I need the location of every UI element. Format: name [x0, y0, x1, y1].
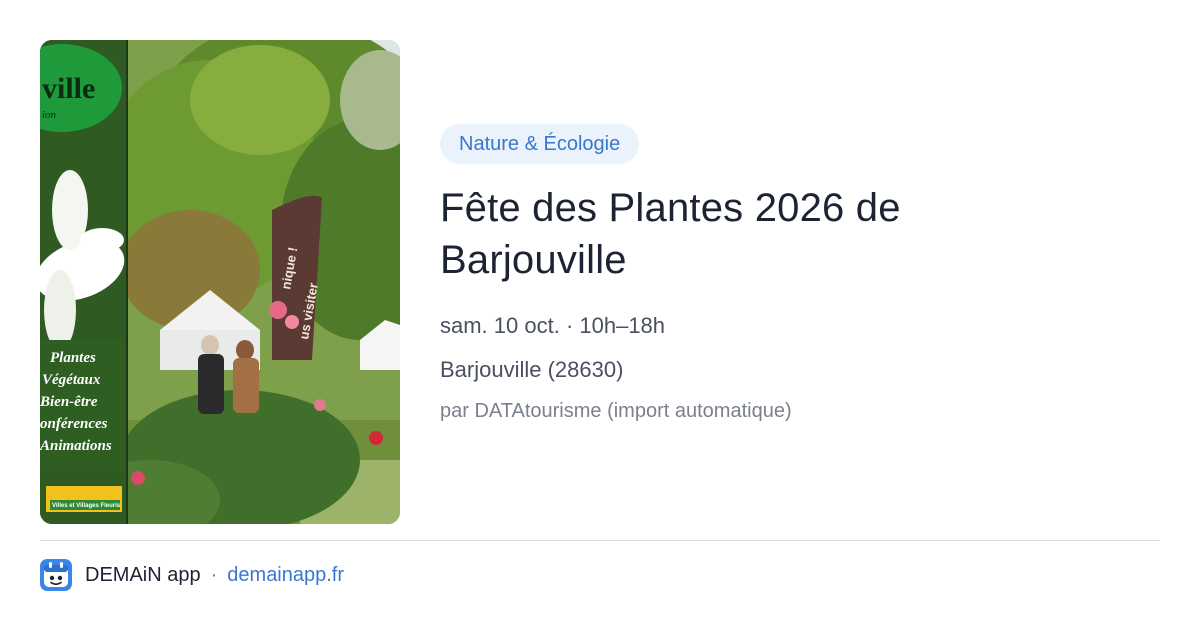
event-datetime: sam. 10 oct. · 10h–18h — [440, 313, 666, 338]
app-url-link[interactable]: demainapp.fr — [227, 564, 344, 587]
poster-footer: Villes et Villages Fleuris — [52, 503, 121, 509]
event-title: Fête des Plantes 2026 de Barjouville — [440, 186, 901, 282]
app-logo-icon[interactable] — [40, 559, 72, 591]
event-source: par DATAtourisme (import automatique) — [440, 400, 792, 422]
poster-line: onférences — [40, 416, 108, 432]
event-share-card: ville ion Plantes Végétaux Bien-être onf… — [0, 0, 1200, 630]
poster-line: Bien-être — [40, 394, 98, 410]
event-location: Barjouville (28630) — [440, 357, 624, 382]
event-image: ville ion Plantes Végétaux Bien-être onf… — [40, 40, 400, 524]
poster-line: Végétaux — [42, 372, 101, 388]
footer: DEMAiN app · demainapp.fr — [40, 558, 344, 592]
divider — [40, 540, 1160, 541]
category-badge[interactable]: Nature & Écologie — [440, 124, 640, 164]
footer-separator: · — [210, 563, 218, 586]
event-info: Nature & Écologie Fête des Plantes 2026 … — [440, 124, 1160, 424]
poster-line: Animations — [40, 438, 112, 454]
poster-subtitle: ion — [42, 109, 57, 121]
app-name: DEMAiN app — [85, 563, 201, 586]
poster-title: ville — [42, 72, 95, 105]
poster-line: Plantes — [50, 350, 96, 366]
